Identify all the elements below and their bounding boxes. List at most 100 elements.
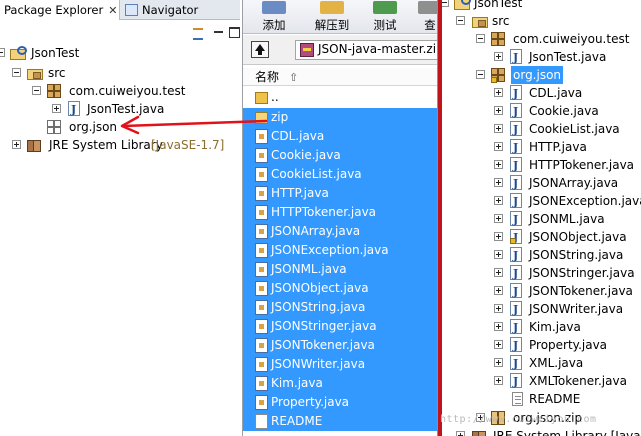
extract-to-button[interactable]: 解压到	[307, 0, 357, 34]
file-label: Cookie.java	[529, 104, 599, 118]
list-item-label: HTTPTokener.java	[271, 205, 377, 219]
expand-toggle-icon[interactable]	[494, 106, 503, 115]
expand-toggle-icon[interactable]	[494, 376, 503, 385]
new-package-label: org.json	[69, 120, 118, 134]
expand-toggle-icon[interactable]	[494, 124, 503, 133]
library-version: [JavaSE-1.7]	[151, 138, 225, 152]
java-file-icon	[255, 338, 268, 353]
list-item[interactable]: JSONString.java	[243, 298, 438, 317]
package-explorer-view: Package Explorer ✕ Navigator JsonTest src…	[0, 0, 240, 436]
path-field[interactable]: JSON-java-master.zip\	[295, 40, 438, 60]
add-icon	[262, 1, 286, 14]
column-header-name[interactable]: 名称 ⇧	[243, 68, 438, 86]
tab-label: Package Explorer	[4, 3, 104, 17]
minimize-icon[interactable]	[212, 26, 226, 38]
package-icon	[491, 32, 505, 46]
collapse-toggle-icon[interactable]	[0, 48, 5, 57]
expand-toggle-icon[interactable]	[494, 178, 503, 187]
up-folder-button[interactable]	[251, 41, 269, 58]
java-file-icon	[255, 167, 268, 182]
java-project-icon	[454, 0, 471, 10]
list-item-label: README	[271, 414, 323, 428]
java-file-icon	[510, 49, 522, 67]
collapse-toggle-icon[interactable]	[442, 0, 449, 7]
expand-toggle-icon[interactable]	[494, 304, 503, 313]
expand-toggle-icon[interactable]	[494, 52, 503, 61]
expand-toggle-icon[interactable]	[456, 431, 465, 436]
list-item-label: JSONTokener.java	[271, 338, 375, 352]
close-icon[interactable]: ✕	[108, 4, 117, 17]
file-label: XMLTokener.java	[529, 374, 627, 388]
result-tree-view: JsonTest src com.cuiweiyou.test JsonTest…	[442, 0, 641, 436]
expand-toggle-icon[interactable]	[494, 340, 503, 349]
expand-toggle-icon[interactable]	[494, 232, 503, 241]
list-item-label: JSONString.java	[271, 300, 366, 314]
list-item[interactable]: HTTPTokener.java	[243, 203, 438, 222]
list-item[interactable]: CDL.java	[243, 127, 438, 146]
file-label: README	[529, 392, 581, 406]
list-item[interactable]: Property.java	[243, 393, 438, 412]
list-item[interactable]: JSONObject.java	[243, 279, 438, 298]
expand-toggle-icon[interactable]	[494, 358, 503, 367]
test-button[interactable]: 测试	[363, 0, 407, 34]
list-item[interactable]: Cookie.java	[243, 146, 438, 165]
list-item[interactable]: JSONTokener.java	[243, 336, 438, 355]
list-item[interactable]: JSONException.java	[243, 241, 438, 260]
list-item-parent[interactable]: ..	[243, 88, 438, 107]
expand-toggle-icon[interactable]	[494, 88, 503, 97]
collapse-toggle-icon[interactable]	[476, 34, 485, 43]
list-item[interactable]: JSONStringer.java	[243, 317, 438, 336]
list-item[interactable]: Kim.java	[243, 374, 438, 393]
file-label: HTTP.java	[529, 140, 587, 154]
list-item[interactable]: HTTP.java	[243, 184, 438, 203]
expand-toggle-icon[interactable]	[494, 142, 503, 151]
maximize-icon[interactable]	[227, 26, 240, 38]
expand-toggle-icon[interactable]	[494, 268, 503, 277]
java-file-icon	[510, 157, 522, 175]
list-item-label: JSONObject.java	[271, 281, 369, 295]
list-item[interactable]: zip	[243, 108, 438, 127]
project-label: JsonTest	[31, 46, 80, 60]
file-label: XML.java	[529, 356, 584, 370]
collapse-toggle-icon[interactable]	[456, 16, 465, 25]
list-item-label: JSONStringer.java	[271, 319, 377, 333]
archive-icon	[300, 43, 314, 57]
list-item[interactable]: JSONML.java	[243, 260, 438, 279]
java-file-icon	[255, 319, 268, 334]
link-with-editor-icon[interactable]	[192, 26, 206, 40]
java-file-icon	[510, 319, 522, 337]
project-label: JsonTest	[474, 0, 523, 10]
collapse-toggle-icon[interactable]	[12, 68, 21, 77]
list-item[interactable]: CookieList.java	[243, 165, 438, 184]
java-file-icon	[255, 186, 268, 201]
expand-toggle-icon[interactable]	[494, 214, 503, 223]
expand-toggle-icon[interactable]	[494, 160, 503, 169]
expand-toggle-icon[interactable]	[52, 104, 61, 113]
expand-toggle-icon[interactable]	[494, 286, 503, 295]
test-label: 测试	[373, 18, 397, 32]
tab-package-explorer[interactable]: Package Explorer ✕	[0, 0, 120, 20]
collapse-toggle-icon[interactable]	[476, 70, 485, 79]
tab-navigator[interactable]: Navigator	[121, 0, 240, 20]
add-button[interactable]: 添加	[249, 0, 299, 34]
collapse-toggle-icon[interactable]	[32, 86, 41, 95]
expand-toggle-icon[interactable]	[494, 250, 503, 259]
expand-toggle-icon[interactable]	[12, 140, 21, 149]
src-label: src	[48, 66, 66, 80]
folder-icon	[255, 92, 268, 104]
java-file-icon	[510, 301, 522, 319]
file-label: JsonTest.java	[529, 50, 607, 64]
file-label: JSONWriter.java	[529, 302, 624, 316]
list-item[interactable]: README	[243, 412, 438, 431]
test-icon	[373, 1, 397, 14]
navigator-icon	[125, 4, 138, 16]
expand-toggle-icon[interactable]	[494, 322, 503, 331]
source-folder-icon	[472, 14, 488, 28]
expand-toggle-icon[interactable]	[494, 196, 503, 205]
view-button[interactable]: 查	[415, 0, 438, 34]
list-item[interactable]: JSONWriter.java	[243, 355, 438, 374]
path-text: JSON-java-master.zip\	[318, 42, 438, 56]
file-label: HTTPTokener.java	[529, 158, 635, 172]
view-icon	[418, 1, 438, 14]
list-item[interactable]: JSONArray.java	[243, 222, 438, 241]
